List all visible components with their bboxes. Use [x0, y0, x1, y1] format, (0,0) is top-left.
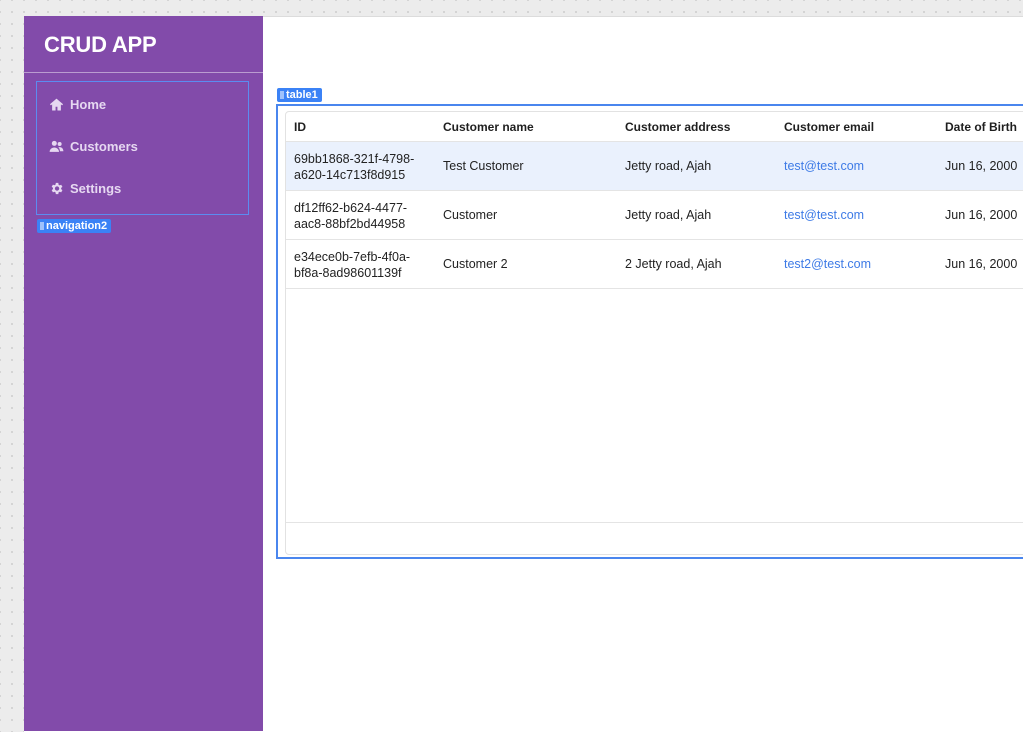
data-table: ID Customer name Customer address Custom… [285, 111, 1023, 555]
app-title: CRUD APP [44, 32, 157, 57]
cell-date-of-birth: Jun 16, 2000 [945, 257, 1018, 271]
column-header-id[interactable]: ID [294, 120, 306, 134]
drag-handle-icon[interactable] [40, 222, 44, 230]
drag-handle-icon[interactable] [280, 91, 284, 99]
table-row[interactable]: e34ece0b-7efb-4f0a-bf8a-8ad98601139f Cus… [286, 240, 1023, 289]
nav-item-settings[interactable]: Settings [49, 178, 121, 198]
cell-customer-name: Customer [443, 208, 498, 222]
cell-id: df12ff62-b624-4477-aac8-88bf2bd44958 [294, 201, 408, 231]
cell-id: e34ece0b-7efb-4f0a-bf8a-8ad98601139f [294, 250, 411, 280]
users-icon [49, 140, 64, 152]
widget-tag-label: table1 [286, 89, 318, 101]
cell-date-of-birth: Jun 16, 2000 [945, 159, 1018, 173]
table-widget-tag[interactable]: table1 [277, 88, 322, 102]
cell-customer-address: 2 Jetty road, Ajah [625, 257, 722, 271]
widget-tag-label: navigation2 [46, 220, 108, 232]
table-header-row: ID Customer name Customer address Custom… [286, 112, 1023, 142]
column-header-customer-address[interactable]: Customer address [625, 120, 730, 134]
nav-item-home[interactable]: Home [49, 94, 106, 114]
table-row[interactable]: 69bb1868-321f-4798-a620-14c713f8d915 Tes… [286, 142, 1023, 191]
sidebar: CRUD APP Home Customers Settings [24, 16, 263, 731]
nav-item-label: Customers [70, 138, 138, 154]
column-header-customer-email[interactable]: Customer email [784, 120, 874, 134]
cell-customer-address: Jetty road, Ajah [625, 159, 712, 173]
nav-item-customers[interactable]: Customers [49, 136, 138, 156]
gear-icon [51, 182, 63, 194]
sidebar-divider [24, 72, 263, 73]
cell-customer-email-link[interactable]: test2@test.com [784, 256, 871, 272]
cell-customer-email-link[interactable]: test@test.com [784, 207, 864, 223]
table-row[interactable]: df12ff62-b624-4477-aac8-88bf2bd44958 Cus… [286, 191, 1023, 240]
table-widget[interactable]: ID Customer name Customer address Custom… [276, 104, 1023, 559]
navigation-widget[interactable]: Home Customers Settings [36, 81, 249, 215]
cell-date-of-birth: Jun 16, 2000 [945, 208, 1018, 222]
cell-customer-email-link[interactable]: test@test.com [784, 158, 864, 174]
column-header-customer-name[interactable]: Customer name [443, 120, 534, 134]
cell-customer-address: Jetty road, Ajah [625, 208, 712, 222]
navigation-widget-tag[interactable]: navigation2 [37, 219, 112, 233]
table-footer [286, 522, 1023, 554]
cell-customer-name: Test Customer [443, 159, 524, 173]
home-icon [49, 98, 64, 110]
cell-id: 69bb1868-321f-4798-a620-14c713f8d915 [294, 152, 415, 182]
nav-item-label: Home [70, 96, 107, 112]
column-header-date-of-birth[interactable]: Date of Birth [945, 120, 1017, 134]
nav-item-label: Settings [70, 180, 122, 196]
cell-customer-name: Customer 2 [443, 257, 508, 271]
